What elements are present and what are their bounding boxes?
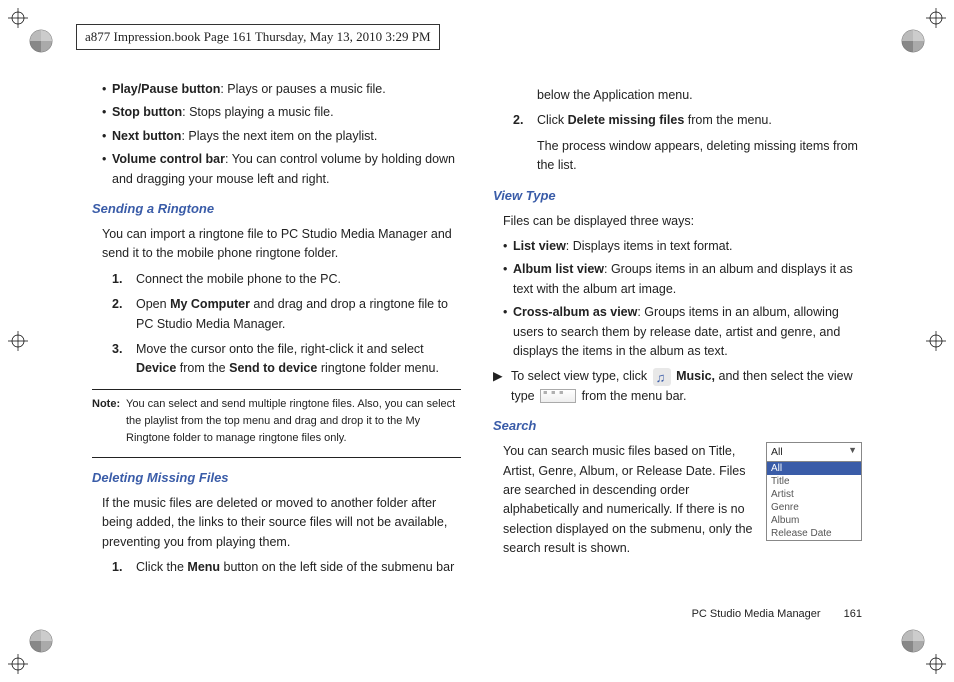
page-number: 161: [844, 608, 862, 620]
list-item: •Stop button: Stops playing a music file…: [92, 103, 461, 122]
subheading-deleting-files: Deleting Missing Files: [92, 468, 461, 488]
crop-mark-icon: [8, 331, 28, 351]
crop-mark-icon: [926, 8, 946, 28]
search-option[interactable]: Title: [767, 475, 861, 488]
separator: [92, 389, 461, 390]
separator: [92, 457, 461, 458]
search-dropdown[interactable]: All ▼ All Title Artist Genre Album Releas…: [766, 442, 862, 541]
search-option[interactable]: Release Date: [767, 527, 861, 540]
crop-mark-icon: [926, 654, 946, 674]
color-registration-icon: [28, 28, 54, 54]
left-column: •Play/Pause button: Plays or pauses a mu…: [92, 80, 461, 622]
subheading-sending-ringtone: Sending a Ringtone: [92, 199, 461, 219]
crop-mark-icon: [8, 8, 28, 28]
color-registration-icon: [900, 628, 926, 654]
list-item: •Album list view: Groups items in an alb…: [493, 260, 862, 299]
crop-mark-icon: [8, 654, 28, 674]
paragraph: You can import a ringtone file to PC Stu…: [102, 225, 461, 264]
arrow-icon: ▶: [493, 367, 511, 406]
list-item: •Volume control bar: You can control vol…: [92, 150, 461, 189]
step-item: 2.Open My Computer and drag and drop a r…: [112, 295, 461, 334]
step-item: 1.Connect the mobile phone to the PC.: [112, 270, 461, 289]
step-item: 1.Click the Menu button on the left side…: [112, 558, 461, 577]
subheading-view-type: View Type: [493, 186, 862, 206]
paragraph: The process window appears, deleting mis…: [537, 137, 862, 176]
color-registration-icon: [28, 628, 54, 654]
list-item: •Next button: Plays the next item on the…: [92, 127, 461, 146]
search-option[interactable]: Artist: [767, 488, 861, 501]
footer-section: PC Studio Media Manager: [692, 608, 821, 620]
chevron-down-icon: ▼: [848, 444, 857, 460]
search-option[interactable]: Album: [767, 514, 861, 527]
color-registration-icon: [900, 28, 926, 54]
right-column: below the Application menu. 2.Click Dele…: [493, 80, 862, 622]
paragraph: If the music files are deleted or moved …: [102, 494, 461, 552]
search-selected: All: [771, 444, 783, 460]
page-content: •Play/Pause button: Plays or pauses a mu…: [92, 80, 862, 622]
step-item: 3.Move the cursor onto the file, right-c…: [112, 340, 461, 379]
page-header-meta: a877 Impression.book Page 161 Thursday, …: [76, 24, 440, 50]
search-option[interactable]: Genre: [767, 501, 861, 514]
list-item: •Play/Pause button: Plays or pauses a mu…: [92, 80, 461, 99]
search-option[interactable]: All: [767, 462, 861, 475]
subheading-search: Search: [493, 416, 862, 436]
view-type-icon: [540, 389, 576, 403]
crop-mark-icon: [926, 331, 946, 351]
music-icon: [653, 368, 671, 386]
list-item: •List view: Displays items in text forma…: [493, 237, 862, 256]
list-item: •Cross-album as view: Groups items in an…: [493, 303, 862, 361]
note: Note:You can select and send multiple ri…: [92, 396, 461, 447]
step-item: 2.Click Delete missing files from the me…: [513, 111, 862, 130]
step-item: ▶ To select view type, click Music, and …: [493, 367, 862, 406]
paragraph: Files can be displayed three ways:: [503, 212, 862, 231]
page-footer: PC Studio Media Manager 161: [692, 608, 862, 620]
paragraph: All ▼ All Title Artist Genre Album Releas…: [503, 442, 862, 558]
paragraph: below the Application menu.: [537, 86, 862, 105]
